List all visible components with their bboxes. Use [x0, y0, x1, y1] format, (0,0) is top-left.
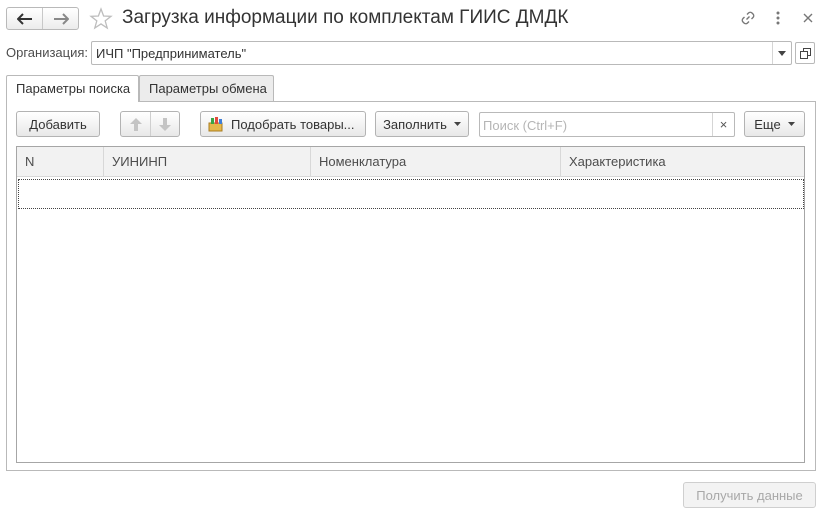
star-icon[interactable]	[89, 7, 113, 31]
arrow-up-icon	[129, 117, 142, 131]
search-placeholder: Поиск (Ctrl+F)	[483, 118, 568, 133]
more-button[interactable]: Еще	[744, 111, 805, 137]
more-vertical-icon[interactable]	[769, 9, 787, 27]
table-header: N УИНИНП Номенклатура Характеристика	[17, 147, 804, 177]
link-icon[interactable]	[739, 9, 757, 27]
arrow-left-icon	[16, 12, 32, 25]
pick-goods-button[interactable]: Подобрать товары...	[200, 111, 366, 137]
organization-open-button[interactable]	[795, 42, 815, 64]
forward-button[interactable]	[42, 8, 78, 29]
add-button[interactable]: Добавить	[16, 111, 100, 137]
column-header-n[interactable]: N	[17, 147, 34, 177]
column-header-uininp[interactable]: УИНИНП	[104, 147, 167, 177]
arrow-right-icon	[53, 12, 69, 25]
table-row-focus[interactable]	[18, 179, 804, 209]
items-table[interactable]: N УИНИНП Номенклатура Характеристика	[16, 146, 805, 463]
pick-goods-label: Подобрать товары...	[231, 116, 355, 132]
organization-field[interactable]: ИЧП "Предприниматель"	[91, 41, 792, 65]
page-title: Загрузка информации по комплектам ГИИС Д…	[122, 7, 569, 28]
more-label: Еще	[754, 116, 781, 132]
tab-search-params[interactable]: Параметры поиска	[6, 75, 139, 102]
history-nav	[6, 7, 79, 30]
search-clear-button[interactable]: ×	[712, 113, 734, 136]
fill-label: Заполнить	[383, 116, 447, 132]
move-down-button[interactable]	[150, 112, 179, 136]
arrow-down-icon	[159, 117, 171, 131]
open-window-icon	[799, 47, 811, 59]
organization-dropdown-button[interactable]	[772, 42, 791, 64]
fill-button[interactable]: Заполнить	[375, 111, 469, 137]
column-header-characteristic[interactable]: Характеристика	[561, 147, 666, 177]
tab-exchange-params[interactable]: Параметры обмена	[139, 75, 274, 101]
search-input[interactable]: Поиск (Ctrl+F) ×	[479, 112, 735, 137]
back-button[interactable]	[7, 8, 42, 29]
move-buttons	[120, 111, 180, 137]
chevron-down-icon	[778, 50, 786, 56]
move-up-button[interactable]	[121, 112, 150, 136]
column-header-nomenclature[interactable]: Номенклатура	[311, 147, 406, 177]
chevron-down-icon	[787, 122, 795, 126]
organization-label: Организация:	[6, 45, 89, 60]
organization-value: ИЧП "Предприниматель"	[96, 46, 247, 61]
chevron-down-icon	[453, 122, 461, 126]
pick-goods-icon	[208, 117, 223, 132]
get-data-button[interactable]: Получить данные	[683, 482, 816, 508]
close-icon[interactable]	[799, 9, 817, 27]
